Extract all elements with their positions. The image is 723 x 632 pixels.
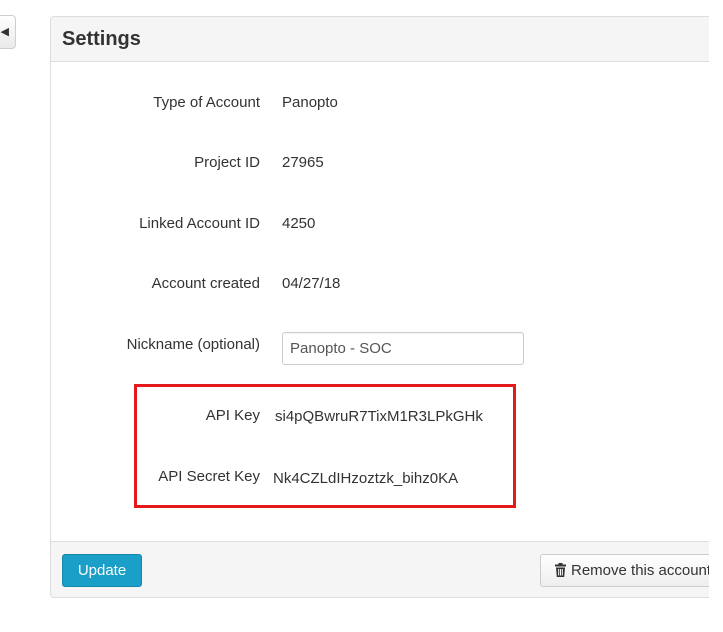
settings-panel: Settings Type of Account Panopto Project… — [50, 16, 723, 598]
account-created-label: Account created — [151, 275, 260, 292]
page-title: Settings — [62, 28, 141, 50]
account-created-value: 04/27/18 — [282, 275, 341, 292]
linked-account-id-label: Linked Account ID — [139, 215, 260, 232]
panel-heading: Settings — [51, 17, 723, 62]
project-id-label: Project ID — [194, 154, 260, 171]
project-id-value: 27965 — [282, 154, 324, 171]
caret-left-icon: ◀ — [0, 26, 9, 38]
back-button[interactable]: ◀ — [0, 15, 16, 49]
panel-footer: Update Remove this account — [51, 541, 723, 597]
trash-icon — [555, 557, 566, 588]
update-button[interactable]: Update — [62, 554, 142, 587]
type-of-account-label: Type of Account — [153, 94, 260, 111]
api-keys-highlight — [134, 384, 516, 508]
remove-account-button[interactable]: Remove this account — [540, 554, 723, 587]
screen: ◀ Settings Type of Account Panopto Proje… — [0, 0, 723, 632]
cropped-edge — [709, 0, 723, 632]
linked-account-id-value: 4250 — [282, 215, 316, 232]
nickname-label: Nickname (optional) — [126, 336, 260, 353]
nickname-input[interactable] — [282, 332, 524, 365]
remove-account-label: Remove this account — [571, 562, 712, 579]
type-of-account-value: Panopto — [282, 94, 338, 111]
